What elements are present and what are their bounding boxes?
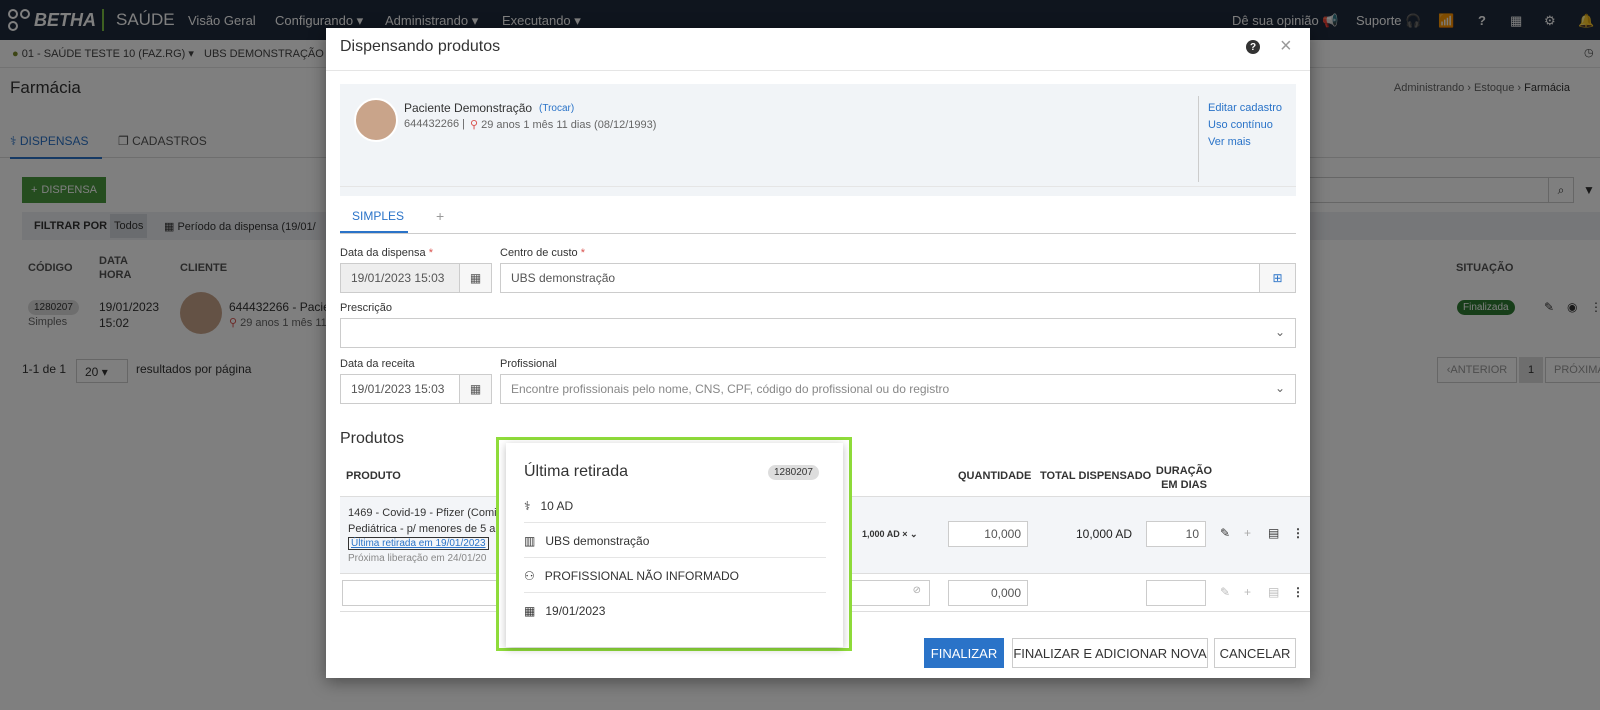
new-quantity-input[interactable]: 0,000: [948, 580, 1028, 606]
pills-icon: ⚕: [524, 498, 531, 513]
see-more-link[interactable]: Ver mais: [1208, 136, 1251, 148]
calendar-icon[interactable]: ▦: [459, 375, 491, 403]
popover-title: Última retirada: [524, 463, 629, 480]
last-withdrawal-popover: Última retirada 1280207 ⚕ 10 AD ▥ UBS de…: [506, 443, 843, 647]
section-divider: [340, 186, 1296, 187]
recipe-date-input[interactable]: 19/01/2023 15:03 ▦: [340, 374, 492, 404]
cancel-button[interactable]: CANCELAR: [1214, 638, 1296, 668]
tab-add[interactable]: +: [436, 208, 444, 224]
edit-registration-link[interactable]: Editar cadastro: [1208, 102, 1282, 114]
finalize-button[interactable]: FINALIZAR: [924, 638, 1004, 668]
document-icon[interactable]: ▤: [1268, 585, 1279, 599]
unit-value: 1,000 AD: [862, 529, 900, 539]
prescription-label: Prescrição: [340, 302, 392, 314]
popover-professional: PROFISSIONAL NÃO INFORMADO: [544, 568, 740, 583]
patient-id: 644432266 |: [404, 118, 465, 130]
col-duracao: DURAÇÃO EM DIAS: [1155, 465, 1213, 491]
calendar-icon: ▦: [524, 604, 536, 618]
popover-quantity: 10 AD: [540, 498, 574, 513]
document-icon[interactable]: ▤: [1268, 526, 1279, 540]
last-withdrawal-highlight: Última retirada 1280207 ⚕ 10 AD ▥ UBS de…: [496, 437, 852, 651]
tab-simples[interactable]: SIMPLES: [340, 203, 408, 233]
professional-placeholder: Encontre profissionais pelo nome, CNS, C…: [511, 382, 950, 396]
cost-center-label: Centro de custo *: [500, 247, 585, 259]
swap-patient-link[interactable]: (Trocar): [539, 103, 574, 114]
total-dispensed: 10,000 AD: [1076, 527, 1133, 541]
professional-select[interactable]: Encontre profissionais pelo nome, CNS, C…: [500, 374, 1296, 404]
calendar-icon[interactable]: ▦: [459, 264, 491, 292]
next-release-text: Próxima liberação em 24/01/20: [348, 553, 487, 564]
dispense-date-input[interactable]: 19/01/2023 15:03 ▦: [340, 263, 492, 293]
cost-center-label-text: Centro de custo: [500, 247, 578, 259]
patient-name: Paciente Demonstração: [404, 101, 533, 115]
edit-pencil-icon[interactable]: ✎: [1220, 585, 1230, 599]
cost-center-value: UBS demonstração: [511, 271, 616, 285]
header-divider: [326, 70, 1310, 71]
chevron-down-icon: ⌄: [1274, 381, 1285, 395]
product-name-line1: 1469 - Covid-19 - Pfizer (Comi: [348, 507, 497, 519]
building-icon: ▥: [524, 533, 536, 548]
continuous-use-link[interactable]: Uso contínuo: [1208, 119, 1273, 131]
popover-quantity-row: ⚕ 10 AD: [524, 489, 826, 523]
unit-select[interactable]: 1,000 AD × ⌄: [862, 529, 918, 540]
more-options-icon[interactable]: ⋮: [1292, 585, 1304, 599]
prescription-select[interactable]: ⌄: [340, 318, 1296, 348]
more-options-icon[interactable]: ⋮: [1292, 526, 1304, 540]
clear-icon[interactable]: ⊘: [913, 585, 921, 596]
cost-center-input[interactable]: UBS demonstração ⊞: [500, 263, 1296, 293]
help-icon[interactable]: ?: [1246, 40, 1260, 54]
modal-title: Dispensando produtos: [340, 38, 501, 55]
edit-pencil-icon[interactable]: ✎: [1220, 526, 1230, 540]
required-marker: *: [428, 247, 433, 259]
finalize-add-new-button[interactable]: FINALIZAR E ADICIONAR NOVA: [1012, 638, 1208, 668]
tabs-underline: [340, 233, 1296, 234]
location-pin-icon: ⚲: [470, 119, 479, 131]
popover-unit: UBS demonstração: [545, 533, 650, 548]
product-name-line2: Pediátrica - p/ menores de 5 a: [348, 523, 496, 535]
chevron-down-icon: ⌄: [1274, 325, 1285, 339]
links-divider: [1198, 96, 1199, 182]
popover-date-row: ▦ 19/01/2023: [524, 594, 826, 628]
hierarchy-tree-icon[interactable]: ⊞: [1259, 264, 1295, 292]
popover-professional-row: ⚇ PROFISSIONAL NÃO INFORMADO: [524, 559, 826, 593]
recipe-date-label: Data da receita: [340, 358, 415, 370]
patient-age: ⚲ 29 anos 1 mês 11 dias (08/12/1993): [470, 118, 656, 131]
patient-card: Paciente Demonstração (Trocar) 644432266…: [340, 84, 1296, 196]
duration-input[interactable]: 10: [1146, 521, 1206, 547]
recipe-date-value: 19/01/2023 15:03: [351, 382, 445, 396]
professional-label: Profissional: [500, 358, 557, 370]
patient-age-text: 29 anos 1 mês 11 dias (08/12/1993): [481, 119, 657, 131]
dispense-date-label: Data da dispensa *: [340, 247, 433, 259]
patient-avatar: [354, 98, 398, 142]
quantity-input[interactable]: 10,000: [948, 521, 1028, 547]
popover-date: 19/01/2023: [545, 604, 606, 618]
user-icon: ⚇: [524, 568, 535, 583]
dispense-date-label-text: Data da dispensa: [340, 247, 426, 259]
col-quantidade: QUANTIDADE: [958, 470, 1032, 482]
plus-icon[interactable]: +: [1244, 585, 1251, 599]
last-withdrawal-link[interactable]: Última retirada em 19/01/2023: [348, 537, 489, 550]
products-title: Produtos: [340, 430, 405, 447]
close-icon[interactable]: ×: [1280, 35, 1292, 58]
new-duration-input[interactable]: [1146, 580, 1206, 606]
popover-code-badge: 1280207: [768, 465, 819, 480]
required-marker: *: [580, 247, 585, 259]
col-total-dispensado: TOTAL DISPENSADO: [1040, 470, 1152, 482]
plus-icon[interactable]: +: [1244, 526, 1251, 540]
popover-unit-row: ▥ UBS demonstração: [524, 524, 826, 558]
col-produto: PRODUTO: [346, 470, 401, 482]
dispense-date-value: 19/01/2023 15:03: [351, 271, 445, 285]
